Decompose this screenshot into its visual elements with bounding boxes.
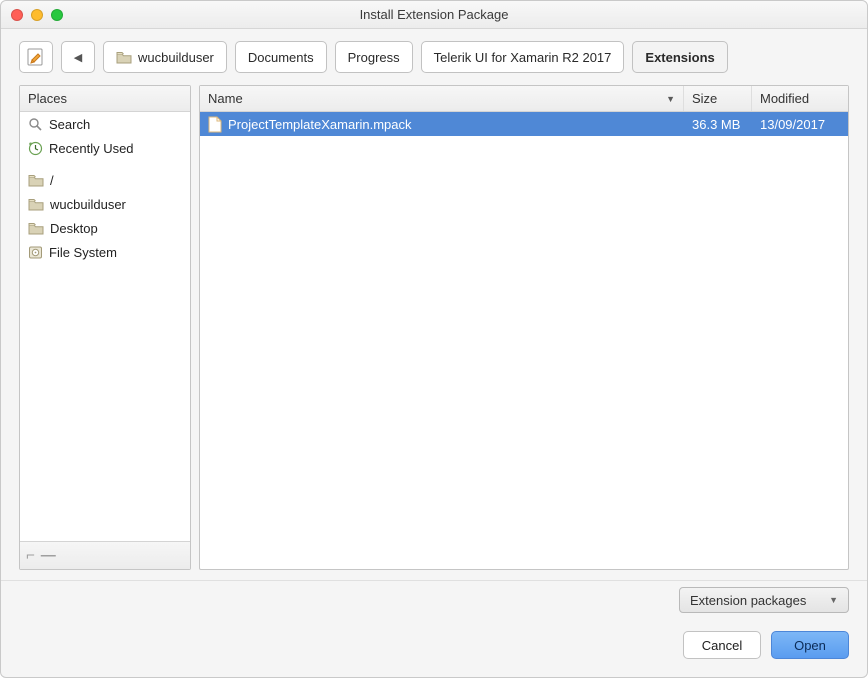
sidebar-item-label: File System — [49, 245, 117, 260]
column-headers: Name ▼ Size Modified — [200, 86, 848, 112]
filter-row: Extension packages ▼ — [19, 587, 849, 613]
folder-icon — [28, 174, 44, 187]
titlebar: Install Extension Package — [1, 1, 867, 29]
breadcrumb-progress[interactable]: Progress — [335, 41, 413, 73]
remove-bookmark-button[interactable]: — — [41, 547, 56, 564]
disk-icon — [28, 245, 43, 260]
breadcrumb-wucbuilduser[interactable]: wucbuilduser — [103, 41, 227, 73]
chevron-down-icon: ▼ — [829, 595, 838, 605]
sidebar-body: Search Recently Used / — [20, 112, 190, 541]
edit-path-button[interactable] — [19, 41, 53, 73]
breadcrumb-label: Extensions — [645, 50, 714, 65]
file-list: Name ▼ Size Modified ProjectTemplateXa — [199, 85, 849, 570]
breadcrumb-label: Telerik UI for Xamarin R2 2017 — [434, 50, 612, 65]
button-label: Cancel — [702, 638, 742, 653]
window-title: Install Extension Package — [1, 7, 867, 22]
breadcrumb-extensions[interactable]: Extensions — [632, 41, 727, 73]
sidebar-footer: ⌐ — — [20, 541, 190, 569]
add-bookmark-button[interactable]: ⌐ — [26, 547, 35, 564]
sidebar-item-recent[interactable]: Recently Used — [20, 136, 190, 160]
button-label: Open — [794, 638, 826, 653]
column-header-modified[interactable]: Modified — [752, 86, 848, 111]
folder-icon — [28, 198, 44, 211]
column-label: Modified — [760, 91, 809, 106]
sidebar-item-label: Recently Used — [49, 141, 134, 156]
file-size: 36.3 MB — [692, 117, 740, 132]
filter-selected-label: Extension packages — [690, 593, 806, 608]
table-row[interactable]: ProjectTemplateXamarin.mpack 36.3 MB 13/… — [200, 112, 848, 136]
folder-icon — [28, 222, 44, 235]
column-label: Name — [208, 91, 243, 106]
recent-icon — [28, 141, 43, 156]
file-type-filter[interactable]: Extension packages ▼ — [679, 587, 849, 613]
column-header-size[interactable]: Size — [684, 86, 752, 111]
breadcrumb-documents[interactable]: Documents — [235, 41, 327, 73]
cancel-button[interactable]: Cancel — [683, 631, 761, 659]
file-modified: 13/09/2017 — [760, 117, 825, 132]
search-icon — [28, 117, 43, 132]
sidebar-item-label: / — [50, 173, 54, 188]
chevron-left-icon: ◀ — [74, 51, 82, 64]
bottom-area: Extension packages ▼ Cancel Open — [1, 580, 867, 677]
sort-desc-icon: ▼ — [666, 94, 675, 104]
column-header-name[interactable]: Name ▼ — [200, 86, 684, 111]
breadcrumb-back-button[interactable]: ◀ — [61, 41, 95, 73]
breadcrumb-label: Documents — [248, 50, 314, 65]
dialog-window: Install Extension Package ◀ wucbui — [0, 0, 868, 678]
sidebar-item-home[interactable]: wucbuilduser — [20, 192, 190, 216]
column-label: Size — [692, 91, 717, 106]
file-name: ProjectTemplateXamarin.mpack — [228, 117, 412, 132]
pencil-icon — [26, 47, 46, 67]
toolbar: ◀ wucbuilduser Documents Progress Teleri… — [1, 29, 867, 85]
sidebar-item-search[interactable]: Search — [20, 112, 190, 136]
open-button[interactable]: Open — [771, 631, 849, 659]
places-sidebar: Places Search Recently Used — [19, 85, 191, 570]
sidebar-item-filesystem[interactable]: File System — [20, 240, 190, 264]
dialog-actions: Cancel Open — [19, 631, 849, 659]
breadcrumb-telerik[interactable]: Telerik UI for Xamarin R2 2017 — [421, 41, 625, 73]
sidebar-item-label: Desktop — [50, 221, 98, 236]
sidebar-item-desktop[interactable]: Desktop — [20, 216, 190, 240]
file-icon — [208, 116, 222, 133]
sidebar-separator — [20, 160, 190, 168]
content-area: Places Search Recently Used — [1, 85, 867, 580]
file-rows: ProjectTemplateXamarin.mpack 36.3 MB 13/… — [200, 112, 848, 569]
sidebar-item-label: Search — [49, 117, 90, 132]
sidebar-header: Places — [20, 86, 190, 112]
sidebar-item-root[interactable]: / — [20, 168, 190, 192]
sidebar-item-label: wucbuilduser — [50, 197, 126, 212]
folder-icon — [116, 51, 132, 64]
breadcrumb-label: Progress — [348, 50, 400, 65]
breadcrumb-label: wucbuilduser — [138, 50, 214, 65]
